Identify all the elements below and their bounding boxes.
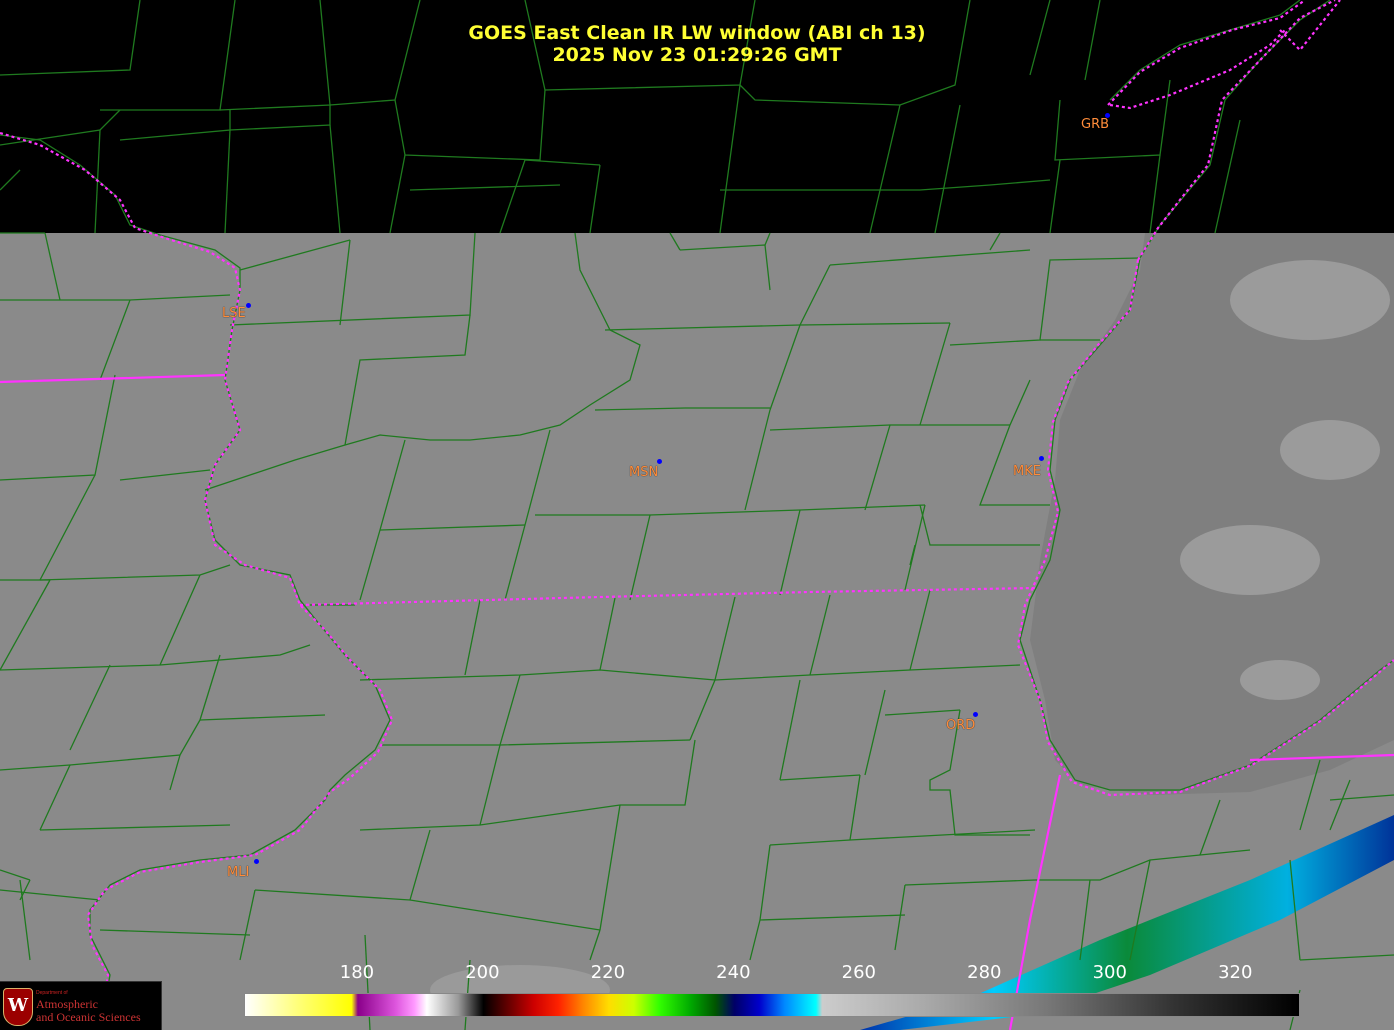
logo-line2: and Oceanic Sciences	[36, 1010, 141, 1024]
station-label-mke: MKE	[1013, 464, 1041, 479]
station-label-ord: ORD	[946, 718, 976, 733]
temperature-colorbar	[244, 993, 1300, 1017]
colorbar-tick: 240	[716, 962, 751, 983]
colorbar-tick: 180	[339, 962, 375, 983]
station-label-lse: LSE	[222, 306, 246, 321]
aos-logo: W Department of Atmospheric and Oceanic …	[0, 981, 162, 1030]
station-dot-ord	[973, 712, 978, 717]
colorbar-tick: 280	[967, 962, 1002, 983]
colorbar-tick: 300	[1092, 962, 1127, 983]
logo-department: Department of	[36, 990, 68, 996]
station-label-mli: MLI	[227, 865, 250, 880]
satellite-map-view: GOES East Clean IR LW window (ABI ch 13)…	[0, 0, 1394, 1030]
station-label-msn: MSN	[629, 465, 659, 480]
map-title: GOES East Clean IR LW window (ABI ch 13)	[468, 22, 926, 44]
map-canvas	[0, 0, 1394, 1030]
station-label-grb: GRB	[1081, 117, 1110, 132]
colorbar-tick: 220	[590, 962, 626, 983]
colorbar-tick: 320	[1218, 962, 1253, 983]
uw-crest-icon: W	[3, 988, 33, 1026]
station-dot-mke	[1039, 456, 1044, 461]
colorbar-tick: 260	[841, 962, 877, 983]
station-dot-msn	[657, 459, 662, 464]
station-dot-lse	[246, 303, 251, 308]
colorbar-tick: 200	[465, 962, 500, 983]
map-timestamp: 2025 Nov 23 01:29:26 GMT	[552, 44, 842, 66]
station-dot-mli	[254, 859, 259, 864]
